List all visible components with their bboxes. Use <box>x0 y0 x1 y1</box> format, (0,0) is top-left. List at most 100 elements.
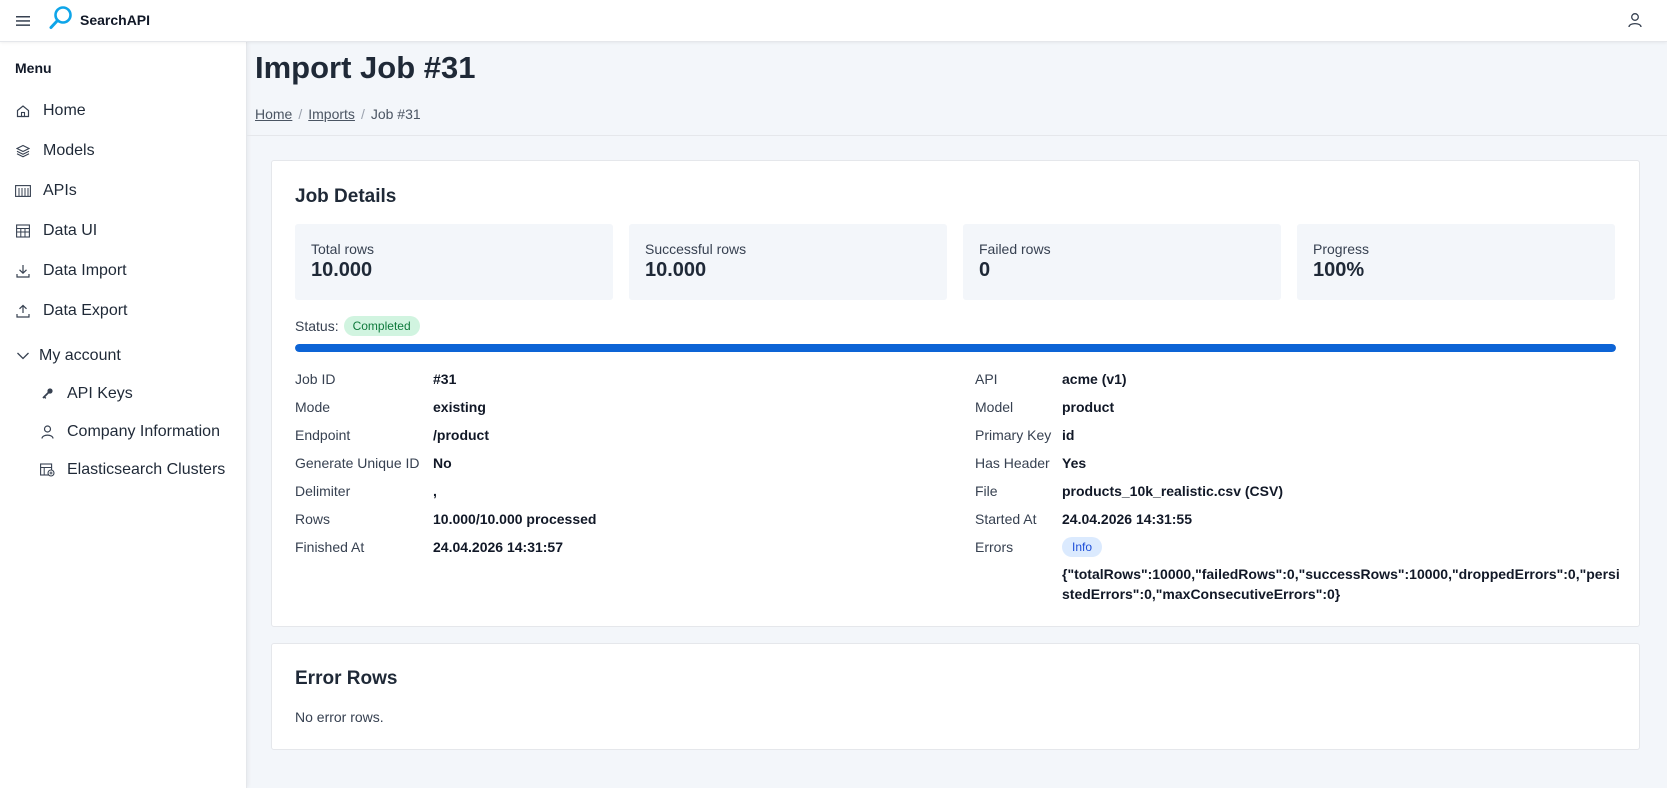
detail-job-id: Job ID #31 <box>295 369 695 389</box>
sidebar-item-data-export[interactable]: Data Export <box>15 296 127 326</box>
detail-key: File <box>975 483 998 499</box>
sidebar-item-elasticsearch-clusters[interactable]: Elasticsearch Clusters <box>39 455 225 485</box>
status-badge: Completed <box>343 316 420 336</box>
hamburger-menu-icon[interactable] <box>14 12 32 30</box>
app-logo[interactable]: SearchAPI <box>48 5 150 35</box>
detail-has-header: Has Header Yes <box>975 453 1615 473</box>
detail-value: /product <box>433 427 489 443</box>
sidebar-item-label: API Keys <box>67 385 133 402</box>
detail-started-at: Started At 24.04.2026 14:31:55 <box>975 509 1615 529</box>
stat-label: Total rows <box>311 241 375 257</box>
detail-model: Model product <box>975 397 1615 417</box>
page-title: Import Job #31 <box>255 50 476 85</box>
home-icon <box>15 103 31 119</box>
upload-icon <box>15 303 31 319</box>
sidebar-item-company-information[interactable]: Company Information <box>39 417 220 447</box>
detail-key: API <box>975 371 998 387</box>
errors-json-text: {"totalRows":10000,"failedRows":0,"succe… <box>1062 566 1620 602</box>
stat-total-rows: Total rows 10.000 <box>295 224 613 300</box>
sidebar-item-label: Company Information <box>67 423 220 440</box>
detail-finished-at: Finished At 24.04.2026 14:31:57 <box>295 537 695 557</box>
sidebar-item-data-import[interactable]: Data Import <box>15 256 127 286</box>
stat-successful-rows: Successful rows 10.000 <box>629 224 947 300</box>
sidebar-item-home[interactable]: Home <box>15 96 86 126</box>
sidebar-item-label: Data UI <box>43 222 98 239</box>
sidebar-item-label: APIs <box>43 182 77 199</box>
stat-label: Successful rows <box>645 241 747 257</box>
breadcrumb-separator: / <box>298 106 303 122</box>
sidebar-item-label: Elasticsearch Clusters <box>67 461 226 478</box>
detail-value: No <box>433 455 452 471</box>
breadcrumb-home-link[interactable]: Home <box>255 106 292 122</box>
api-icon <box>15 183 31 199</box>
header-divider <box>247 135 1667 136</box>
stat-label: Failed rows <box>979 241 1051 257</box>
detail-key: Model <box>975 399 1014 415</box>
stat-value: 100% <box>1313 259 1365 281</box>
key-icon <box>39 386 55 402</box>
search-logo-icon <box>48 5 74 36</box>
sidebar-group-label: My account <box>39 347 121 364</box>
detail-value-wrapper: Info <box>1062 537 1103 557</box>
stat-failed-rows: Failed rows 0 <box>963 224 1281 300</box>
detail-value: 10.000/10.000 processed <box>433 511 597 527</box>
stat-progress: Progress 100% <box>1297 224 1615 300</box>
sidebar-menu-title: Menu <box>15 60 52 76</box>
detail-value: acme (v1) <box>1062 371 1127 387</box>
detail-file: File products_10k_realistic.csv (CSV) <box>975 481 1615 501</box>
stat-value: 10.000 <box>645 259 707 281</box>
error-rows-title: Error Rows <box>295 668 398 689</box>
breadcrumb-imports-link[interactable]: Imports <box>308 106 355 122</box>
app-name: SearchAPI <box>80 12 151 28</box>
cluster-icon <box>39 462 55 478</box>
breadcrumb: Home / Imports / Job #31 <box>255 106 421 122</box>
detail-key: Generate Unique ID <box>295 455 420 471</box>
detail-key: Errors <box>975 539 1014 555</box>
status-label: Status: <box>295 318 339 334</box>
detail-value: #31 <box>433 371 457 387</box>
detail-key: Finished At <box>295 539 365 555</box>
sidebar-group-my-account[interactable]: My account <box>15 341 121 371</box>
detail-delimiter: Delimiter , <box>295 481 695 501</box>
detail-key: Delimiter <box>295 483 351 499</box>
breadcrumb-separator: / <box>360 106 365 122</box>
breadcrumb-current: Job #31 <box>370 106 421 122</box>
progress-bar-fill <box>295 344 1616 352</box>
detail-primary-key: Primary Key id <box>975 425 1615 445</box>
errors-info-badge: Info <box>1062 537 1103 557</box>
layers-icon <box>15 143 31 159</box>
user-icon <box>39 424 55 440</box>
sidebar-item-api-keys[interactable]: API Keys <box>39 379 133 409</box>
detail-key: Endpoint <box>295 427 351 443</box>
detail-key: Primary Key <box>975 427 1052 443</box>
detail-key: Started At <box>975 511 1037 527</box>
detail-value: 24.04.2026 14:31:57 <box>433 539 563 555</box>
detail-value: id <box>1062 427 1075 443</box>
sidebar-item-label: Models <box>43 142 95 159</box>
job-details-title: Job Details <box>295 186 397 207</box>
user-account-icon[interactable] <box>1625 10 1645 30</box>
no-error-rows-text: No error rows. <box>295 709 384 725</box>
sidebar: Menu Home Models APIs Data UI Data Impor… <box>0 42 247 788</box>
chevron-down-icon <box>15 348 31 364</box>
detail-endpoint: Endpoint /product <box>295 425 695 445</box>
status-row: Status: Completed <box>295 316 420 336</box>
job-details-card: Job Details Total rows 10.000 Successful… <box>271 160 1640 627</box>
detail-value: products_10k_realistic.csv (CSV) <box>1062 483 1283 499</box>
error-rows-card: Error Rows No error rows. <box>271 643 1640 750</box>
sidebar-item-apis[interactable]: APIs <box>15 176 77 206</box>
detail-value: 24.04.2026 14:31:55 <box>1062 511 1192 527</box>
stat-label: Progress <box>1313 241 1370 257</box>
detail-value: existing <box>433 399 486 415</box>
detail-mode: Mode existing <box>295 397 695 417</box>
detail-value: , <box>433 483 437 499</box>
detail-value: product <box>1062 399 1115 415</box>
sidebar-item-data-ui[interactable]: Data UI <box>15 216 97 246</box>
detail-key: Has Header <box>975 455 1050 471</box>
detail-errors: Errors Info <box>975 537 1615 557</box>
sidebar-item-label: Data Export <box>43 302 128 319</box>
sidebar-item-label: Home <box>43 102 86 119</box>
stat-value: 0 <box>979 259 991 281</box>
progress-bar <box>295 344 1616 352</box>
sidebar-item-models[interactable]: Models <box>15 136 95 166</box>
